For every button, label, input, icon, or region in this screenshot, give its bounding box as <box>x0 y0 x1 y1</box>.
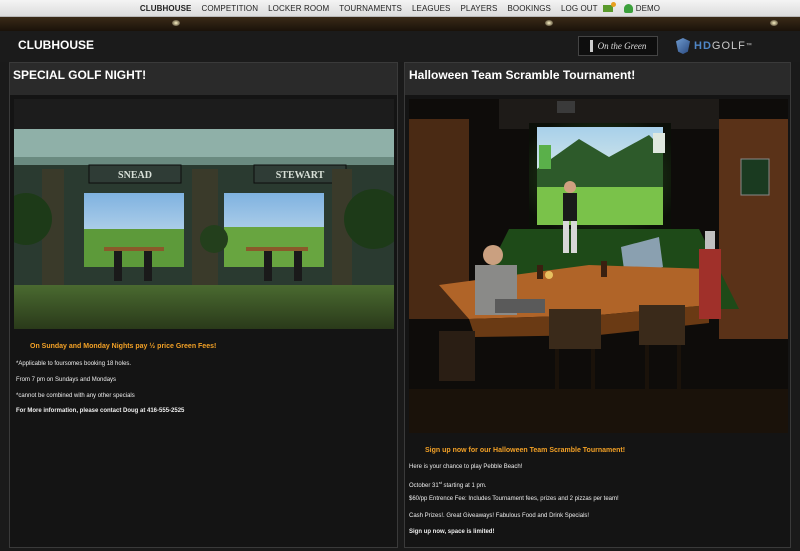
ceiling-light <box>545 20 553 26</box>
hd-golf-logo[interactable]: HD GOLF ™ <box>676 36 776 56</box>
page-header: CLUBHOUSE On the Green HD GOLF ™ <box>0 31 800 62</box>
ceiling-light <box>770 20 778 26</box>
mail-icon[interactable] <box>602 1 616 12</box>
left-line-4: For More information, please contact Dou… <box>16 408 185 414</box>
nav-tournaments[interactable]: TOURNAMENTS <box>334 4 407 13</box>
sign-stewart: STEWART <box>276 170 325 181</box>
nav-log-out[interactable]: LOG OUT <box>556 4 603 13</box>
right-line-4: Cash Prizes!. Great Giveaways! Fabulous … <box>409 513 590 519</box>
nav-players[interactable]: PLAYERS <box>455 4 502 13</box>
nav-bookings[interactable]: BOOKINGS <box>502 4 555 13</box>
nav-competition[interactable]: COMPETITION <box>196 4 263 13</box>
golf-lounge-photo: SNEAD STEWART <box>14 99 394 329</box>
panel-title: Halloween Team Scramble Tournament! <box>405 63 790 95</box>
notification-dot <box>610 1 616 7</box>
user-icon <box>623 3 633 13</box>
on-the-green-logo[interactable]: On the Green <box>578 36 658 56</box>
shield-icon <box>676 38 690 54</box>
left-headline: On Sunday and Monday Nights pay ½ price … <box>30 343 217 350</box>
right-line-3: $60/pp Entrence Fee: Includes Tournament… <box>409 496 619 502</box>
right-headline: Sign up now for our Halloween Team Scram… <box>425 447 626 454</box>
simulator-photo <box>409 99 788 433</box>
user-name: DEMO <box>635 3 661 13</box>
right-line-2: October 31st starting at 1 pm. <box>409 480 487 489</box>
nav-clubhouse[interactable]: CLUBHOUSE <box>135 4 197 13</box>
panel-title: SPECIAL GOLF NIGHT! <box>10 63 397 95</box>
ceiling-banner <box>0 17 800 31</box>
left-line-1: *Applicable to foursomes booking 18 hole… <box>16 361 132 367</box>
left-line-2: From 7 pm on Sundays and Mondays <box>16 377 117 383</box>
logo-tm: ™ <box>745 43 753 49</box>
sign-snead: SNEAD <box>118 170 152 181</box>
logo-green-text: On the Green <box>597 41 647 51</box>
right-line-2-prefix: October 31 <box>409 483 439 489</box>
right-line-2-suffix: starting at 1 pm. <box>441 483 487 489</box>
ceiling-light <box>172 20 180 26</box>
right-line-5: Sign up now, space is limited! <box>409 529 495 535</box>
lounge-image: SNEAD STEWART <box>14 99 394 329</box>
nav-locker-room[interactable]: LOCKER ROOM <box>263 4 334 13</box>
halloween-tournament-panel: Halloween Team Scramble Tournament! Sign… <box>404 62 791 548</box>
special-golf-night-panel: SPECIAL GOLF NIGHT! SNEAD STEWART On Sun… <box>9 62 398 548</box>
logo-hd-suffix: GOLF <box>711 40 746 52</box>
nav-leagues[interactable]: LEAGUES <box>407 4 456 13</box>
simulator-image <box>409 99 788 433</box>
golfer-icon <box>589 40 593 52</box>
user-menu[interactable]: DEMO <box>619 3 665 13</box>
top-nav: CLUBHOUSE COMPETITION LOCKER ROOM TOURNA… <box>0 0 800 17</box>
left-line-3: *cannot be combined with any other speci… <box>16 393 135 399</box>
right-line-1: Here is your chance to play Pebble Beach… <box>409 464 523 470</box>
logo-hd-prefix: HD <box>694 40 712 52</box>
page-title: CLUBHOUSE <box>18 38 95 52</box>
